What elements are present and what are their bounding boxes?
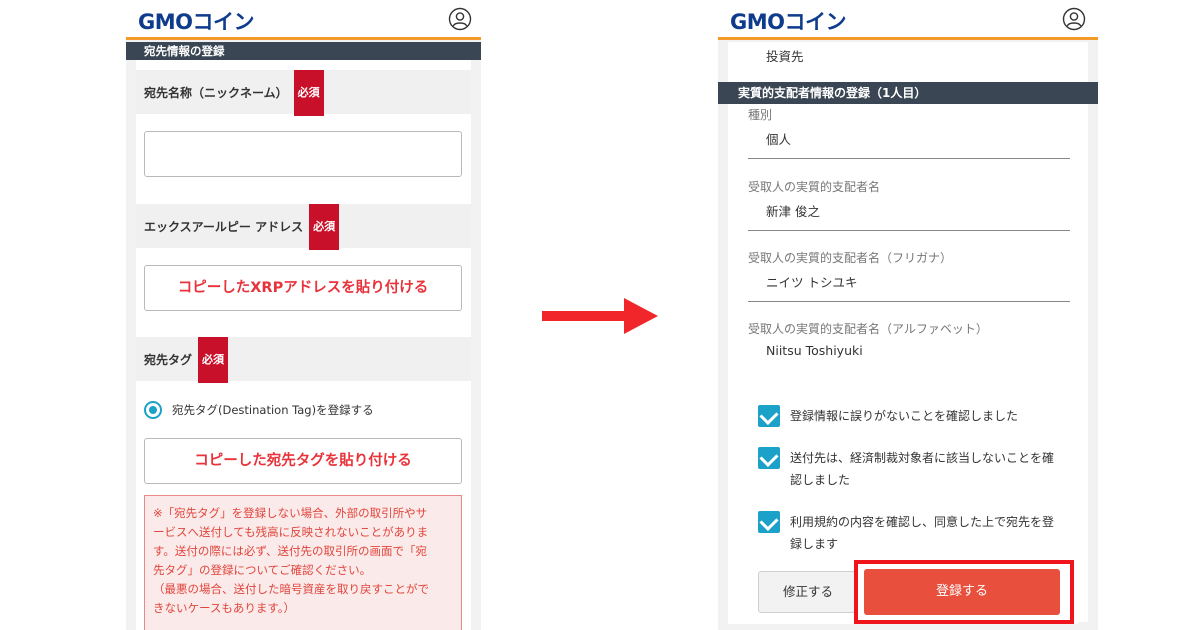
nickname-label: 宛先名称（ニックネーム） — [144, 86, 288, 100]
app-header: GMOコイン — [718, 0, 1098, 40]
check-label: 送付先は、経済制裁対象者に該当しないことを確認しました — [790, 451, 1055, 487]
paste-xrp-address-button[interactable]: コピーしたXRPアドレスを貼り付ける — [144, 265, 462, 311]
previous-field-value: 投資先 — [766, 49, 804, 64]
tag-label-row: 宛先タグ 必須 — [136, 337, 471, 383]
destination-tag-warning: ※「宛先タグ」を登録しない場合、外部の取引所やサ ービスへ送付しても残高に反映さ… — [144, 495, 462, 630]
register-tag-radio-row[interactable]: 宛先タグ(Destination Tag)を登録する — [144, 400, 374, 420]
warning-line: ービスへ送付しても残高に反映されないことがありま — [153, 525, 429, 539]
required-badge: 必須 — [309, 204, 340, 250]
nickname-input[interactable] — [144, 131, 462, 177]
check-row-sanctions[interactable]: 送付先は、経済制裁対象者に該当しないことを確認しました — [758, 447, 1060, 491]
divider — [748, 301, 1070, 302]
check-label: 利用規約の内容を確認し、同意した上で宛先を登録します — [790, 515, 1055, 551]
right-arrow-icon — [542, 298, 658, 334]
destination-form: 宛先名称（ニックネーム） 必須 エックスアールピー アドレス 必須 コピーしたXRP… — [136, 60, 471, 630]
app-header: GMOコイン — [126, 0, 481, 40]
gmo-coin-logo[interactable]: GMOコイン — [730, 6, 846, 36]
section-title-destination: 宛先情報の登録 — [126, 42, 481, 60]
checkbox-checked[interactable] — [758, 405, 780, 427]
checkbox-checked[interactable] — [758, 447, 780, 469]
tag-label: 宛先タグ — [144, 353, 193, 367]
paste-destination-tag-button[interactable]: コピーした宛先タグを貼り付ける — [144, 438, 462, 484]
required-badge: 必須 — [293, 70, 324, 116]
fix-button[interactable]: 修正する — [758, 571, 858, 613]
divider — [748, 158, 1070, 159]
right-screen: 投資先 種別 個人 受取人の実質的支配者名 新津 俊之 受取人の実質的支配者名（… — [718, 0, 1098, 630]
warning-line: 先タグ」の登録についてご確認ください。 — [153, 563, 372, 577]
field-label: 受取人の実質的支配者名（フリガナ） — [748, 251, 953, 265]
address-label: エックスアールピー アドレス — [144, 220, 304, 234]
user-account-icon[interactable] — [1062, 7, 1086, 31]
register-tag-radio-label: 宛先タグ(Destination Tag)を登録する — [172, 403, 374, 417]
divider — [748, 230, 1070, 231]
section-title-beneficial-owner: 実質的支配者情報の登録（1人目） — [718, 82, 1098, 104]
field-value: 個人 — [766, 132, 792, 147]
warning-line: ※「宛先タグ」を登録しない場合、外部の取引所やサ — [153, 506, 428, 520]
checkbox-checked[interactable] — [758, 511, 780, 533]
warning-line: （最悪の場合、送付した暗号資産を取り戻すことがで — [153, 582, 429, 596]
warning-line: す。送付の際には必ず、送付先の取引所の画面で「宛 — [153, 544, 428, 558]
check-row-terms[interactable]: 利用規約の内容を確認し、同意した上で宛先を登録します — [758, 511, 1060, 555]
field-label: 受取人の実質的支配者名（アルファベット） — [748, 322, 988, 336]
user-account-icon[interactable] — [448, 7, 472, 31]
left-screen: GMOコイン 宛先情報の登録 宛先名称（ニックネーム） 必須 エックスアールピー … — [126, 0, 481, 630]
gmo-coin-logo[interactable]: GMOコイン — [138, 6, 254, 36]
field-label: 受取人の実質的支配者名 — [748, 180, 881, 194]
register-tag-radio[interactable] — [144, 401, 162, 419]
required-badge: 必須 — [198, 337, 229, 383]
field-value: Niitsu Toshiyuki — [766, 343, 863, 358]
warning-line: きないケースもあります。） — [153, 601, 296, 615]
field-label: 種別 — [748, 108, 773, 122]
field-value: ニイツ トシユキ — [766, 275, 858, 290]
check-row-info-correct[interactable]: 登録情報に誤りがないことを確認しました — [758, 405, 1060, 427]
check-label: 登録情報に誤りがないことを確認しました — [790, 409, 1019, 423]
nickname-label-row: 宛先名称（ニックネーム） 必須 — [136, 70, 471, 116]
field-value: 新津 俊之 — [766, 204, 820, 219]
address-label-row: エックスアールピー アドレス 必須 — [136, 204, 471, 250]
register-button[interactable]: 登録する — [864, 569, 1060, 615]
